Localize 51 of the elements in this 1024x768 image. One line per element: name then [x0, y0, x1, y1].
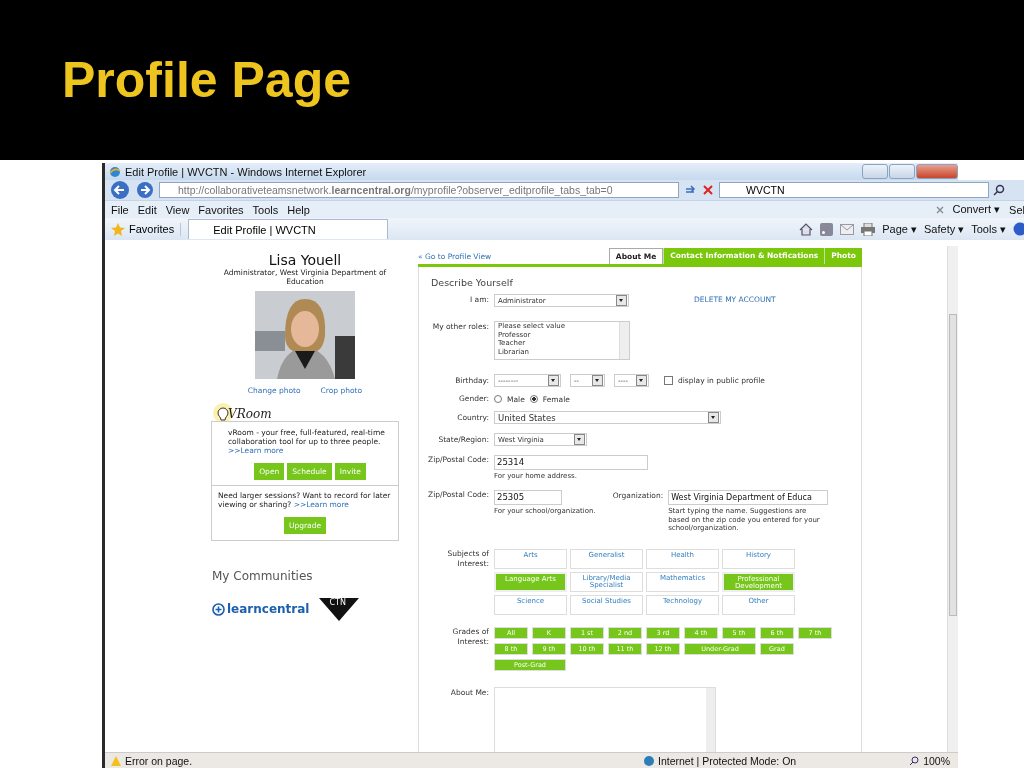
- back-icon[interactable]: [109, 180, 131, 200]
- toolbar-button[interactable]: Sel: [1009, 203, 1024, 216]
- zip-field[interactable]: 25305: [494, 490, 562, 505]
- menu-item[interactable]: View: [165, 203, 190, 216]
- status-text: Error on page.: [125, 754, 193, 767]
- maximize-button[interactable]: [889, 164, 915, 179]
- menu-item[interactable]: Edit: [137, 203, 157, 216]
- star-icon: [111, 222, 125, 236]
- radio-button[interactable]: [529, 395, 538, 403]
- zoom-level[interactable]: 100%: [923, 754, 950, 767]
- forward-icon[interactable]: [135, 181, 155, 199]
- browser-icon: [109, 165, 121, 178]
- toolbar-button[interactable]: Convert ▾: [952, 203, 1001, 216]
- plus-circle-icon: [212, 602, 225, 616]
- magnifier-icon[interactable]: [910, 756, 920, 765]
- menu-item[interactable]: Tools: [252, 203, 279, 216]
- menu-item[interactable]: Favorites: [198, 203, 244, 216]
- zip-field[interactable]: 25314: [494, 455, 648, 470]
- community-logo[interactable]: learncentral: [227, 602, 310, 616]
- home-icon[interactable]: [799, 222, 814, 236]
- menu-item[interactable]: Help: [287, 203, 310, 216]
- stop-icon[interactable]: [701, 183, 715, 197]
- search-field[interactable]: WVCTN: [719, 182, 989, 198]
- feed-icon[interactable]: [820, 222, 834, 236]
- command-button[interactable]: Safety ▾: [924, 222, 965, 236]
- scrollbar[interactable]: [947, 246, 958, 752]
- warning-icon: [111, 755, 121, 766]
- command-button[interactable]: Page ▾: [882, 222, 917, 236]
- slide-title: Profile Page: [62, 51, 351, 109]
- profile-name: Lisa Youell: [268, 252, 342, 268]
- mail-icon[interactable]: [840, 223, 855, 235]
- close-icon[interactable]: [935, 205, 944, 214]
- search-icon[interactable]: [993, 184, 1005, 196]
- section-heading: Describe Yourself: [430, 277, 514, 288]
- command-button[interactable]: Tools ▾: [971, 222, 1006, 236]
- communities-heading: My Communities: [212, 569, 314, 583]
- favorites-button[interactable]: Favorites: [111, 222, 182, 236]
- address-field[interactable]: http://collaborativeteamsnetwork.learncentral.org/myprofile?observer_editprofile_tabs_tab=0: [159, 182, 679, 198]
- checkbox[interactable]: [664, 376, 673, 385]
- vroom-logo: VRoom: [228, 407, 272, 421]
- printer-icon[interactable]: [861, 222, 876, 236]
- close-button[interactable]: [916, 164, 958, 179]
- menu-item[interactable]: File: [111, 203, 129, 216]
- browser-tab[interactable]: Edit Profile | WVCTN: [188, 219, 389, 239]
- minimize-button[interactable]: [862, 164, 888, 179]
- organization-field[interactable]: West Virginia Department of Educa: [668, 490, 829, 505]
- community-logo[interactable]: CTN: [319, 597, 360, 621]
- window-title: Edit Profile | WVCTN - Windows Internet Explorer: [125, 165, 368, 178]
- radio-button[interactable]: [494, 395, 502, 403]
- zone-text: Internet | Protected Mode: On: [658, 754, 797, 767]
- country-dropdown[interactable]: United States: [494, 411, 721, 424]
